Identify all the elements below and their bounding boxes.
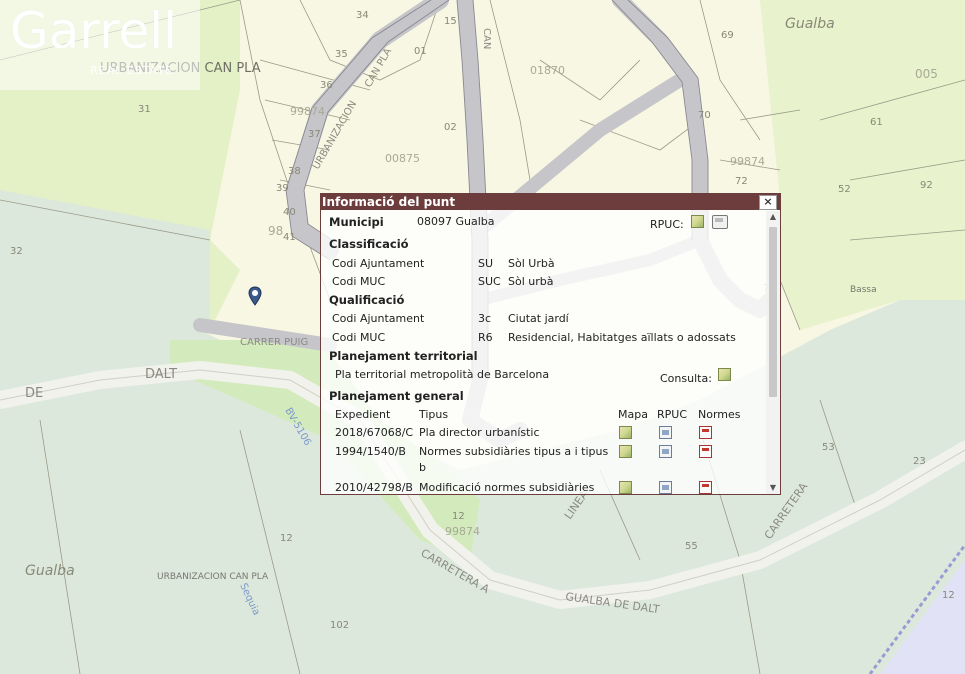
map-parcel-31: 31 bbox=[138, 104, 151, 115]
popup-scrollbar[interactable]: ▲ ▼ bbox=[766, 211, 780, 494]
map-parcel-15: 15 bbox=[444, 16, 457, 27]
classificacio-row-1-desc: Sòl Urbà bbox=[508, 257, 555, 270]
location-pin-icon[interactable] bbox=[247, 286, 263, 306]
map-parcel-72: 72 bbox=[735, 176, 748, 187]
map-parcel-39: 39 bbox=[276, 183, 289, 194]
map-parcel-32: 32 bbox=[10, 246, 23, 257]
print-icon[interactable] bbox=[712, 215, 728, 229]
general-row-2-tipus-cont: b bbox=[419, 461, 426, 474]
point-info-popup: Informació del punt × Municipi 08097 Gua… bbox=[320, 193, 781, 495]
map-label-can-road: CAN bbox=[481, 28, 492, 49]
brand-logo-text: Garrell bbox=[10, 2, 178, 60]
classificacio-row-1-label: Codi Ajuntament bbox=[332, 257, 425, 270]
qualificacio-row-1-code: 3c bbox=[478, 312, 492, 325]
classificacio-row-2-desc: Sòl urbà bbox=[508, 275, 554, 288]
qualificacio-row-2-desc: Residencial, Habitatges aïllats o adossa… bbox=[508, 331, 736, 344]
map-code-5: 99874 bbox=[445, 525, 480, 538]
map-parcel-70: 70 bbox=[698, 110, 711, 121]
map-label-de: DE bbox=[25, 386, 43, 401]
brand-logo-subtitle: REAL ESTATE bbox=[90, 64, 173, 77]
map-parcel-55: 55 bbox=[685, 541, 698, 552]
col-normes: Normes bbox=[698, 408, 741, 421]
consulta-label: Consulta: bbox=[660, 372, 712, 385]
scroll-down-arrow-icon[interactable]: ▼ bbox=[766, 482, 780, 494]
rpuc-label: RPUC: bbox=[650, 218, 684, 231]
map-parcel-23: 23 bbox=[913, 456, 926, 467]
map-parcel-01: 01 bbox=[414, 46, 427, 57]
qualificacio-title: Qualificació bbox=[329, 293, 405, 307]
general-row-3-mapa-icon[interactable] bbox=[619, 481, 632, 494]
qualificacio-row-1-label: Codi Ajuntament bbox=[332, 312, 425, 325]
qualificacio-row-2-label: Codi MUC bbox=[332, 331, 386, 344]
municipi-value: 08097 Gualba bbox=[417, 215, 495, 228]
classificacio-row-2-code: SUC bbox=[478, 275, 501, 288]
map-parcel-38: 38 bbox=[288, 166, 301, 177]
map-code-2: 00875 bbox=[385, 152, 420, 165]
rpuc-map-icon[interactable] bbox=[691, 215, 704, 228]
map-parcel-34: 34 bbox=[356, 10, 369, 21]
map-label-urbanizacion-bottom: URBANIZACION CAN PLA bbox=[157, 572, 269, 582]
scroll-up-arrow-icon[interactable]: ▲ bbox=[766, 211, 780, 223]
map-parcel-36: 36 bbox=[320, 80, 333, 91]
general-row-2-rpuc-icon[interactable] bbox=[659, 445, 672, 458]
general-row-1-tipus: Pla director urbanístic bbox=[419, 426, 540, 439]
general-row-3-tipus: Modificació normes subsidiàries bbox=[419, 481, 595, 494]
map-code-7: 98 bbox=[268, 224, 283, 238]
map-parcel-02: 02 bbox=[444, 122, 457, 133]
municipi-label: Municipi bbox=[329, 215, 384, 229]
map-parcel-35: 35 bbox=[335, 49, 348, 60]
general-row-1-rpuc-icon[interactable] bbox=[659, 426, 672, 439]
map-label-gualba-top: Gualba bbox=[785, 16, 835, 32]
brand-watermark: Garrell REAL ESTATE bbox=[0, 0, 200, 90]
map-code-6: 005 bbox=[915, 67, 938, 81]
map-parcel-69: 69 bbox=[721, 30, 734, 41]
col-mapa: Mapa bbox=[618, 408, 648, 421]
classificacio-row-1-code: SU bbox=[478, 257, 494, 270]
map-parcel-41: 41 bbox=[283, 232, 296, 243]
general-row-1-mapa-icon[interactable] bbox=[619, 426, 632, 439]
map-parcel-40: 40 bbox=[283, 207, 296, 218]
col-rpuc: RPUC bbox=[657, 408, 688, 421]
popup-body: Municipi 08097 Gualba RPUC: Classificaci… bbox=[321, 211, 766, 494]
map-parcel-12c: 12 bbox=[942, 590, 955, 601]
map-parcel-61: 61 bbox=[870, 117, 883, 128]
classificacio-title: Classificació bbox=[329, 237, 409, 251]
map-label-gualba-left: Gualba bbox=[25, 563, 75, 579]
general-row-3-rpuc-icon[interactable] bbox=[659, 481, 672, 494]
territorial-title: Planejament territorial bbox=[329, 349, 478, 363]
consulta-icon[interactable] bbox=[718, 368, 731, 381]
col-expedient: Expedient bbox=[335, 408, 391, 421]
map-code-1: 99874 bbox=[290, 105, 325, 118]
map-parcel-37: 37 bbox=[308, 129, 321, 140]
map-parcel-53: 53 bbox=[822, 442, 835, 453]
qualificacio-row-1-desc: Ciutat jardí bbox=[508, 312, 569, 325]
map-label-dalt: DALT bbox=[145, 367, 177, 382]
general-row-3-expedient: 2010/42798/B bbox=[335, 481, 413, 494]
map-parcel-92: 92 bbox=[920, 180, 933, 191]
classificacio-row-2-label: Codi MUC bbox=[332, 275, 386, 288]
popup-title: Informació del punt bbox=[322, 195, 456, 209]
territorial-item: Pla territorial metropolità de Barcelona bbox=[335, 368, 550, 381]
general-title: Planejament general bbox=[329, 389, 464, 403]
map-parcel-12b: 12 bbox=[280, 533, 293, 544]
map-code-4: 99874 bbox=[730, 155, 765, 168]
close-button[interactable]: × bbox=[759, 195, 777, 210]
general-row-3-normes-icon[interactable] bbox=[699, 481, 712, 494]
general-row-2-expedient: 1994/1540/B bbox=[335, 445, 406, 458]
general-row-1-normes-icon[interactable] bbox=[699, 426, 712, 439]
qualificacio-row-2-code: R6 bbox=[478, 331, 493, 344]
map-label-bassa: Bassa bbox=[850, 285, 877, 295]
map-parcel-102: 102 bbox=[330, 620, 349, 631]
map-parcel-12: 12 bbox=[452, 511, 465, 522]
popup-header: Informació del punt × bbox=[321, 194, 780, 210]
general-row-1-expedient: 2018/67068/C bbox=[335, 426, 414, 439]
general-row-2-tipus: Normes subsidiàries tipus a i tipus bbox=[419, 445, 609, 458]
col-tipus: Tipus bbox=[419, 408, 449, 421]
scrollbar-thumb[interactable] bbox=[769, 227, 777, 397]
map-code-3: 01870 bbox=[530, 64, 565, 77]
general-row-2-mapa-icon[interactable] bbox=[619, 445, 632, 458]
general-row-2-normes-icon[interactable] bbox=[699, 445, 712, 458]
map-label-carrer-puig: CARRER PUIG bbox=[240, 337, 308, 348]
map-parcel-52: 52 bbox=[838, 184, 851, 195]
